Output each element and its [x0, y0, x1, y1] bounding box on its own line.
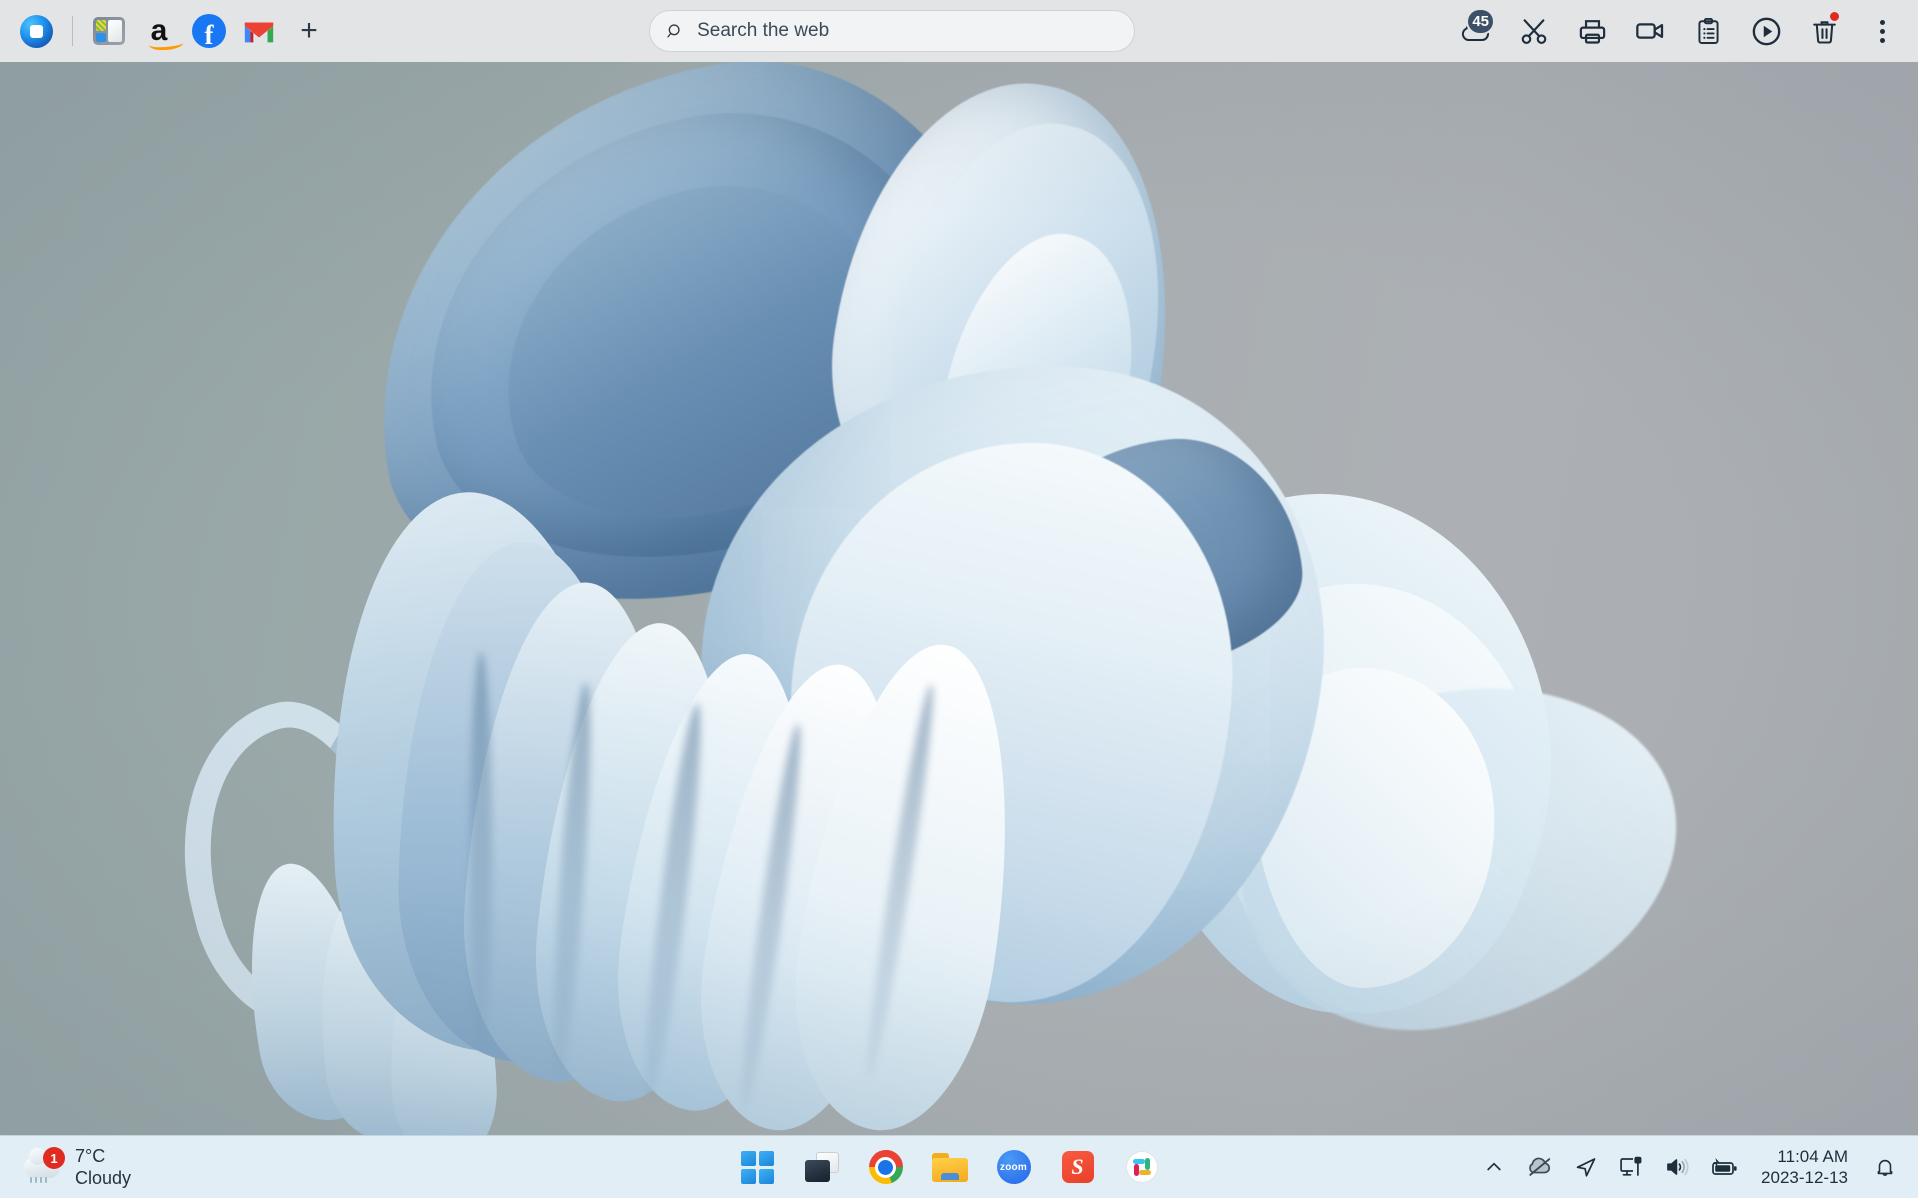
add-shortcut-icon[interactable]: +: [285, 7, 333, 55]
zoom-taskbar-icon[interactable]: zoom: [993, 1146, 1035, 1188]
taskbar: 1 7°C Cloudy: [0, 1135, 1918, 1198]
onedrive-paused-icon[interactable]: [1525, 1152, 1555, 1182]
scissors-glyph: [1519, 16, 1549, 46]
navigation-glyph: [1574, 1155, 1598, 1179]
weather-badge: 1: [43, 1147, 65, 1169]
taskbar-apps: zoom S: [420, 1146, 1479, 1188]
volume-icon[interactable]: [1663, 1152, 1693, 1182]
toolbar-divider: [72, 16, 73, 46]
speaker-glyph: [1665, 1155, 1691, 1179]
cloud-icon[interactable]: 45: [1450, 6, 1502, 56]
folder-icon: [932, 1153, 968, 1182]
cloud-rain-icon: 1: [22, 1150, 64, 1184]
chevron-up-icon: [1484, 1157, 1504, 1177]
bloom-wallpaper-art: [0, 62, 1918, 1135]
trash-alert-dot: [1828, 10, 1841, 23]
system-tray: 11:04 AM 2023-12-13: [1479, 1146, 1918, 1189]
search-input[interactable]: [697, 20, 1117, 42]
printer-glyph: [1577, 16, 1608, 47]
facebook-glyph: f: [192, 14, 226, 48]
amazon-smile-glyph: [148, 37, 183, 51]
slack-taskbar-icon[interactable]: [1121, 1146, 1163, 1188]
start-button[interactable]: [737, 1146, 779, 1188]
kebab-menu-icon[interactable]: [1856, 6, 1908, 56]
notifications-button[interactable]: [1870, 1152, 1900, 1182]
gmail-glyph: [242, 18, 276, 44]
search-container: [333, 10, 1450, 52]
battery-charging-glyph: [1709, 1156, 1739, 1178]
clipboard-icon[interactable]: [1682, 6, 1734, 56]
weather-text: 7°C Cloudy: [75, 1145, 131, 1190]
play-circle-icon[interactable]: [1740, 6, 1792, 56]
amazon-shortcut-icon[interactable]: a: [135, 7, 183, 55]
desktop-screen: a f +: [0, 0, 1918, 1198]
toolbar-right-group: 45: [1450, 6, 1918, 56]
show-hidden-icons-button[interactable]: [1479, 1152, 1509, 1182]
opera-logo-icon[interactable]: [12, 7, 60, 55]
split-view-icon[interactable]: [85, 7, 133, 55]
location-arrow-icon[interactable]: [1571, 1152, 1601, 1182]
printer-icon[interactable]: [1566, 6, 1618, 56]
chrome-icon: [869, 1150, 903, 1184]
zoom-icon: zoom: [997, 1150, 1031, 1184]
weather-temperature: 7°C: [75, 1145, 131, 1168]
amazon-glyph: a: [151, 19, 168, 43]
desktop-wallpaper[interactable]: [0, 62, 1918, 1135]
clock-date: 2023-12-13: [1761, 1167, 1848, 1188]
search-icon: [666, 21, 685, 41]
snip-scissors-icon[interactable]: [1508, 6, 1560, 56]
plus-glyph: +: [300, 16, 318, 46]
task-view-button[interactable]: [801, 1146, 843, 1188]
video-camera-icon[interactable]: [1624, 6, 1676, 56]
snagit-icon: S: [1062, 1151, 1094, 1183]
cloud-disabled-glyph: [1527, 1155, 1553, 1179]
snagit-taskbar-icon[interactable]: S: [1057, 1146, 1099, 1188]
toolbar-left-group: a f +: [0, 7, 333, 55]
file-explorer-taskbar-icon[interactable]: [929, 1146, 971, 1188]
taskbar-clock[interactable]: 11:04 AM 2023-12-13: [1755, 1146, 1854, 1189]
cloud-badge: 45: [1466, 8, 1495, 35]
trash-icon[interactable]: [1798, 6, 1850, 56]
chrome-taskbar-icon[interactable]: [865, 1146, 907, 1188]
task-view-icon: [805, 1152, 839, 1182]
monitor-cable-glyph: [1619, 1155, 1645, 1179]
facebook-letter: f: [205, 22, 214, 48]
video-camera-glyph: [1634, 15, 1666, 47]
play-circle-glyph: [1750, 15, 1783, 48]
clock-time: 11:04 AM: [1761, 1146, 1848, 1167]
battery-charging-icon[interactable]: [1709, 1152, 1739, 1182]
opera-logo-glyph: [20, 15, 53, 48]
search-box[interactable]: [649, 10, 1135, 52]
clipboard-glyph: [1694, 17, 1723, 46]
bell-icon: [1874, 1155, 1896, 1179]
windows-logo-icon: [741, 1151, 774, 1184]
browser-toolbar: a f +: [0, 0, 1918, 62]
slack-icon: [1126, 1151, 1158, 1183]
network-monitor-icon[interactable]: [1617, 1152, 1647, 1182]
kebab-glyph: [1880, 20, 1885, 43]
weather-widget[interactable]: 1 7°C Cloudy: [0, 1145, 420, 1190]
gmail-shortcut-icon[interactable]: [235, 7, 283, 55]
facebook-shortcut-icon[interactable]: f: [185, 7, 233, 55]
weather-condition: Cloudy: [75, 1167, 131, 1190]
split-view-glyph: [93, 17, 125, 45]
